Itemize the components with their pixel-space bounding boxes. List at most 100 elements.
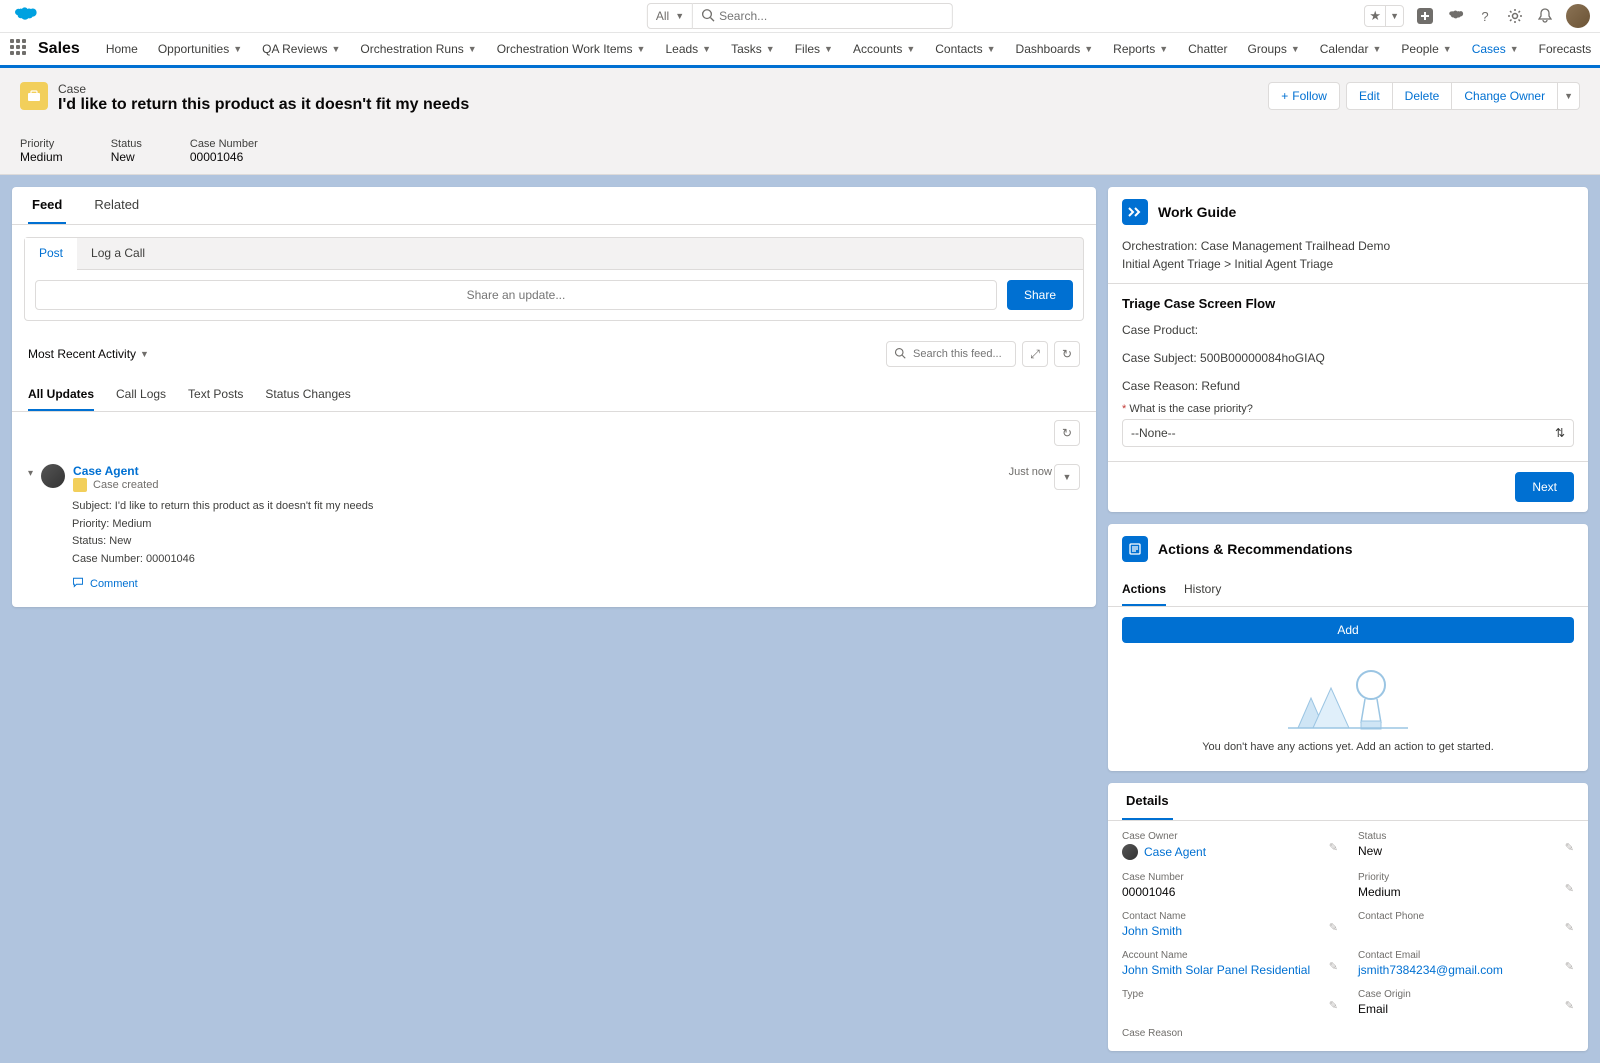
feed-refresh-button-2[interactable]: ↻ bbox=[1054, 420, 1080, 446]
tab-related[interactable]: Related bbox=[90, 187, 143, 224]
nav-item-orchestration-runs[interactable]: Orchestration Runs▼ bbox=[350, 33, 486, 65]
chevron-down-icon: ▼ bbox=[702, 44, 711, 54]
pencil-icon[interactable]: ✎ bbox=[1565, 882, 1574, 895]
nav-item-leads[interactable]: Leads▼ bbox=[655, 33, 721, 65]
user-avatar[interactable] bbox=[1566, 4, 1590, 28]
nav-item-opportunities[interactable]: Opportunities ▼ bbox=[148, 33, 252, 65]
field-value-priority: Medium bbox=[20, 150, 63, 164]
expand-icon[interactable]: ▾ bbox=[28, 468, 33, 479]
nav-item-label: Opportunities bbox=[158, 42, 229, 56]
feed-line-status: Status: New bbox=[72, 533, 1080, 551]
pencil-icon[interactable]: ✎ bbox=[1329, 921, 1338, 934]
bell-icon[interactable] bbox=[1536, 7, 1554, 25]
nav-item-cases[interactable]: Cases▼ bbox=[1462, 33, 1529, 65]
nav-item-home[interactable]: Home bbox=[96, 33, 148, 65]
nav-item-files[interactable]: Files▼ bbox=[785, 33, 843, 65]
feed-card: Feed Related Post Log a Call Share Most … bbox=[12, 187, 1096, 607]
header-utility-icons: ★ ▼ ? bbox=[1364, 4, 1590, 28]
nav-item-label: Tasks bbox=[731, 42, 762, 56]
tab-feed[interactable]: Feed bbox=[28, 187, 66, 224]
search-scope-selector[interactable]: All ▼ bbox=[647, 3, 693, 29]
pencil-icon[interactable]: ✎ bbox=[1329, 999, 1338, 1012]
account-name-link[interactable]: John Smith Solar Panel Residential bbox=[1122, 963, 1310, 977]
nav-item-people[interactable]: People▼ bbox=[1391, 33, 1461, 65]
feed-item-actions: Comment bbox=[72, 576, 1080, 591]
composer-tab-log-call[interactable]: Log a Call bbox=[77, 238, 159, 269]
filter-text-posts[interactable]: Text Posts bbox=[188, 379, 243, 411]
pencil-icon[interactable]: ✎ bbox=[1565, 921, 1574, 934]
owner-avatar bbox=[1122, 844, 1138, 860]
feed-refresh-row: ↻ bbox=[12, 412, 1096, 454]
nav-item-tasks[interactable]: Tasks▼ bbox=[721, 33, 785, 65]
filter-status-changes[interactable]: Status Changes bbox=[265, 379, 350, 411]
contact-name-link[interactable]: John Smith bbox=[1122, 924, 1182, 938]
record-title: I'd like to return this product as it do… bbox=[58, 96, 469, 114]
feed-author-avatar[interactable] bbox=[41, 464, 65, 488]
df-value-casenumber: 00001046 bbox=[1122, 885, 1338, 899]
nav-item-contacts[interactable]: Contacts▼ bbox=[925, 33, 1005, 65]
owner-link[interactable]: Case Agent bbox=[1144, 845, 1206, 859]
case-icon bbox=[20, 82, 48, 110]
gear-icon[interactable] bbox=[1506, 7, 1524, 25]
feed-expand-button[interactable]: ⤢ bbox=[1022, 341, 1048, 367]
question-icon[interactable]: ? bbox=[1476, 7, 1494, 25]
feed-sort-label: Most Recent Activity bbox=[28, 347, 136, 361]
next-button[interactable]: Next bbox=[1515, 472, 1574, 502]
pencil-icon[interactable]: ✎ bbox=[1329, 960, 1338, 973]
work-guide-card: Work Guide Orchestration: Case Managemen… bbox=[1108, 187, 1588, 512]
feed-body: Subject: I'd like to return this product… bbox=[72, 498, 1080, 568]
app-name: Sales bbox=[38, 40, 80, 58]
chevron-down-icon: ▼ bbox=[1291, 44, 1300, 54]
priority-select[interactable]: --None-- ⇅ bbox=[1122, 419, 1574, 447]
nav-item-dashboards[interactable]: Dashboards▼ bbox=[1006, 33, 1104, 65]
chevron-down-icon: ▼ bbox=[906, 44, 915, 54]
pencil-icon[interactable]: ✎ bbox=[1329, 841, 1338, 854]
edit-button[interactable]: Edit bbox=[1346, 82, 1393, 110]
share-button[interactable]: Share bbox=[1007, 280, 1073, 310]
pencil-icon[interactable]: ✎ bbox=[1565, 841, 1574, 854]
follow-button[interactable]: + Follow bbox=[1268, 82, 1340, 110]
nav-item-label: Files bbox=[795, 42, 820, 56]
share-update-input[interactable] bbox=[35, 280, 997, 310]
df-label-case-reason: Case Reason bbox=[1122, 1028, 1338, 1039]
feed-sort-button[interactable]: Most Recent Activity ▼ bbox=[28, 347, 149, 361]
nav-item-reports[interactable]: Reports▼ bbox=[1103, 33, 1178, 65]
nav-item-label: Accounts bbox=[853, 42, 902, 56]
contact-email-link[interactable]: jsmith7384234@gmail.com bbox=[1358, 963, 1503, 977]
app-launcher-icon[interactable] bbox=[10, 39, 26, 59]
nav-item-orchestration-work-items[interactable]: Orchestration Work Items▼ bbox=[487, 33, 656, 65]
comment-link[interactable]: Comment bbox=[90, 578, 138, 590]
feed-item-menu-button[interactable]: ▼ bbox=[1054, 464, 1080, 490]
nav-item-accounts[interactable]: Accounts ▼ bbox=[843, 33, 925, 65]
more-actions-button[interactable]: ▼ bbox=[1558, 82, 1580, 110]
pencil-icon[interactable]: ✎ bbox=[1565, 999, 1574, 1012]
add-icon[interactable] bbox=[1416, 7, 1434, 25]
delete-button[interactable]: Delete bbox=[1393, 82, 1453, 110]
nav-item-qa-reviews[interactable]: QA Reviews▼ bbox=[252, 33, 350, 65]
nav-item-chatter[interactable]: Chatter bbox=[1178, 33, 1237, 65]
nav-item-label: Dashboards bbox=[1016, 42, 1081, 56]
feed-author-link[interactable]: Case Agent bbox=[73, 464, 139, 478]
plus-icon: + bbox=[1281, 89, 1288, 103]
nav-item-forecasts[interactable]: Forecasts bbox=[1529, 33, 1600, 65]
feed-filters: All Updates Call Logs Text Posts Status … bbox=[12, 379, 1096, 412]
filter-all-updates[interactable]: All Updates bbox=[28, 379, 94, 411]
nav-item-calendar[interactable]: Calendar▼ bbox=[1310, 33, 1392, 65]
change-owner-button[interactable]: Change Owner bbox=[1452, 82, 1558, 110]
global-search-input[interactable] bbox=[693, 3, 953, 29]
add-action-button[interactable]: Add bbox=[1122, 617, 1574, 643]
favorites-split-button[interactable]: ★ ▼ bbox=[1364, 5, 1404, 27]
subtab-actions[interactable]: Actions bbox=[1122, 574, 1166, 606]
nav-item-groups[interactable]: Groups▼ bbox=[1237, 33, 1309, 65]
chevron-down-icon: ▼ bbox=[233, 44, 242, 54]
filter-call-logs[interactable]: Call Logs bbox=[116, 379, 166, 411]
field-value-status: New bbox=[111, 150, 142, 164]
subtab-history[interactable]: History bbox=[1184, 574, 1221, 606]
df-value-priority: Medium bbox=[1358, 885, 1574, 899]
salesforce-logo[interactable] bbox=[10, 6, 38, 26]
composer-tab-post[interactable]: Post bbox=[25, 238, 77, 270]
salesforce-help-icon[interactable] bbox=[1446, 7, 1464, 25]
pencil-icon[interactable]: ✎ bbox=[1565, 960, 1574, 973]
feed-refresh-button[interactable]: ↻ bbox=[1054, 341, 1080, 367]
details-tab[interactable]: Details bbox=[1122, 783, 1173, 820]
